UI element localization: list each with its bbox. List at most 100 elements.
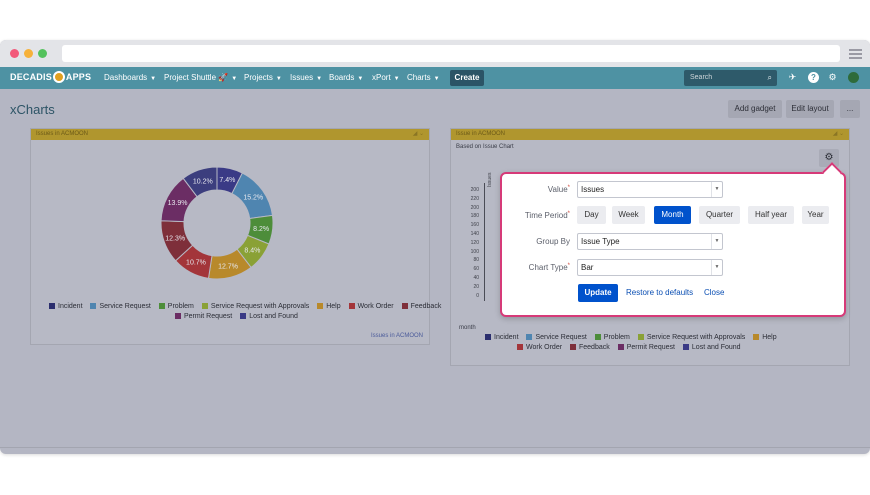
bar-axis-line: [484, 183, 485, 301]
nav-label: Charts: [407, 73, 431, 82]
chart-type-select[interactable]: Bar ▼: [577, 259, 723, 276]
pie-slice-label: 12.7%: [218, 264, 238, 271]
more-button[interactable]: ...: [840, 100, 860, 118]
pie-legend-row-1: Incident Service Request Problem Service…: [43, 302, 442, 310]
legend-swatch: [485, 333, 491, 340]
y-tick-label: 120: [470, 239, 479, 246]
pie-slice-label: 12.3%: [165, 236, 185, 243]
bar-x-axis-label: month: [459, 325, 476, 331]
y-tick-label: 20: [473, 283, 479, 290]
top-navbar: DECADIS APPS Dashboards ▼ Project Shuttle …: [0, 67, 870, 89]
y-tick-label: 180: [470, 213, 479, 220]
value-label: Value*: [547, 185, 570, 194]
update-button[interactable]: Update: [578, 284, 618, 302]
legend-label: Permit Request: [626, 344, 675, 351]
nav-label: Issues: [290, 73, 314, 82]
legend-label: Lost and Found: [249, 313, 298, 320]
maximize-dot[interactable]: [38, 49, 47, 58]
legend-label: Work Order: [526, 344, 563, 351]
legend-swatch: [682, 343, 689, 350]
donut-hole: [184, 190, 250, 256]
chart-type-label: Chart Type*: [528, 263, 570, 272]
legend-label: Problem: [603, 334, 630, 341]
legend-label: Help: [762, 334, 777, 341]
menu-icon[interactable]: [849, 49, 862, 59]
y-tick-label: 100: [470, 248, 479, 255]
chevron-down-icon: ▼: [357, 76, 364, 82]
y-tick-label: 80: [473, 257, 479, 264]
logo-left-text: DECADIS: [10, 72, 52, 82]
gadget-pie: Issues in ACMOON ◢ ⌄ 7.4% 15.2% 8.2% 8.4% 12.…: [30, 128, 441, 345]
value-select[interactable]: Issues ▼: [577, 181, 723, 198]
pie-slice-label: 10.2%: [193, 178, 213, 185]
group-by-select[interactable]: Issue Type ▼: [577, 233, 723, 250]
restore-defaults-link[interactable]: Restore to defaults: [626, 288, 693, 297]
chevron-down-icon: ▼: [150, 76, 157, 82]
avatar[interactable]: [848, 72, 859, 83]
legend-swatch: [753, 333, 760, 340]
search-input[interactable]: Search ⌕: [684, 70, 777, 86]
pie-legend-row-2: Permit Request Lost and Found: [169, 312, 298, 320]
y-tick-label: 60: [473, 266, 479, 273]
search-placeholder: Search: [690, 74, 713, 81]
time-period-day[interactable]: Day: [577, 206, 606, 224]
nav-project-shuttle[interactable]: Project Shuttle 🚀 ▼: [164, 73, 237, 82]
pie-slice-label: 7.4%: [219, 177, 235, 184]
y-tick-label: 160: [470, 222, 479, 229]
help-icon[interactable]: ?: [808, 72, 819, 83]
time-period-half-year[interactable]: Half year: [748, 206, 794, 224]
legend-label: Permit Request: [184, 313, 233, 320]
chevron-down-icon: ▼: [231, 76, 238, 82]
gadget-title: Issue in ACMOON: [456, 131, 506, 137]
nav-label: xPort: [372, 73, 391, 82]
minimize-dot[interactable]: [24, 49, 33, 58]
legend-label: Service Request: [99, 303, 151, 310]
nav-boards[interactable]: Boards ▼: [329, 73, 363, 82]
time-period-month[interactable]: Month: [654, 206, 691, 224]
edit-layout-button[interactable]: Edit layout: [786, 100, 834, 118]
pie-slice-label: 15.2%: [243, 195, 263, 202]
nav-xport[interactable]: xPort ▼: [372, 73, 400, 82]
legend-swatch: [201, 302, 208, 309]
add-gadget-button[interactable]: Add gadget: [728, 100, 782, 118]
legend-label: Problem: [167, 303, 194, 310]
chevron-down-icon: ▼: [711, 182, 722, 197]
legend-swatch: [175, 312, 181, 319]
close-link[interactable]: Close: [704, 288, 724, 297]
bar-legend-row-1: Incident Service Request Problem Service…: [479, 333, 777, 341]
rocket-icon[interactable]: ✈: [787, 72, 798, 83]
legend-label: Help: [326, 303, 341, 310]
legend-label: Feedback: [410, 303, 442, 310]
legend-label: Incident: [58, 303, 83, 310]
nav-dashboards[interactable]: Dashboards ▼: [104, 73, 156, 82]
search-icon: ⌕: [767, 73, 772, 82]
logo-right-text: APPS: [65, 72, 92, 82]
gear-icon[interactable]: ⚙: [827, 72, 838, 83]
nav-issues[interactable]: Issues ▼: [290, 73, 322, 82]
time-period-year[interactable]: Year: [802, 206, 829, 224]
time-period-quarter[interactable]: Quarter: [699, 206, 740, 224]
nav-charts[interactable]: Charts ▼: [407, 73, 440, 82]
legend-swatch: [317, 302, 324, 309]
chevron-down-icon: ▼: [711, 234, 722, 249]
issues-footer-link[interactable]: Issues in ACMOON: [371, 333, 423, 339]
value-selected: Issues: [581, 185, 605, 194]
logo-mark-icon: [52, 70, 65, 83]
y-tick-label: 220: [470, 195, 479, 202]
close-dot[interactable]: [10, 49, 19, 58]
address-bar[interactable]: [62, 45, 840, 62]
chevron-down-icon: ▼: [433, 76, 440, 82]
group-by-label: Group By: [536, 237, 570, 246]
y-tick-label: 200: [470, 187, 479, 193]
pie-slice-label: 10.7%: [186, 260, 206, 267]
nav-label: Projects: [244, 73, 273, 82]
create-button[interactable]: Create: [450, 70, 484, 86]
time-period-week[interactable]: Week: [612, 206, 645, 224]
legend-label: Service Request with Approvals: [646, 334, 746, 341]
nav-projects[interactable]: Projects ▼: [244, 73, 282, 82]
chevron-down-icon: ▼: [711, 260, 722, 275]
legend-swatch: [637, 333, 644, 340]
gadget-controls[interactable]: ◢ ⌄: [833, 129, 844, 140]
legend-label: Lost and Found: [691, 344, 741, 351]
decadis-logo[interactable]: DECADIS APPS: [10, 70, 92, 83]
